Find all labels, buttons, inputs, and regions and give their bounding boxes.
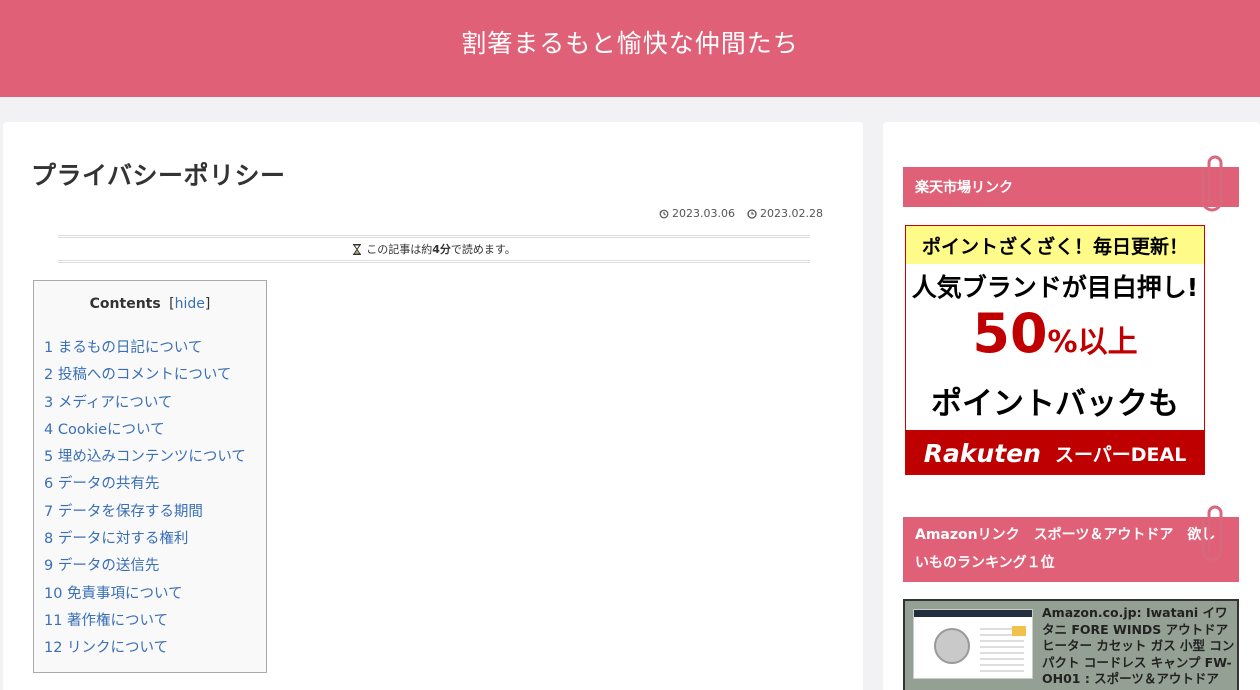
toc-link[interactable]: 3 メディアについて [44, 395, 172, 411]
toc-link[interactable]: 10 免責事項について [44, 586, 183, 602]
updated-date-text: 2023.03.06 [672, 207, 736, 220]
site-header: 割箸まるもと愉快な仲間たち [0, 0, 1260, 97]
toc-link[interactable]: 9 データの送信先 [44, 558, 159, 574]
updated-date: 2023.03.06 [659, 207, 735, 220]
toc-link[interactable]: 7 データを保存する期間 [44, 504, 203, 520]
toc-item: 1 まるもの日記について [44, 336, 246, 363]
super-deal-label: スーパーDEAL [1054, 443, 1187, 466]
banner-big-number: 50 [972, 302, 1048, 365]
banner-footer: Rakuten スーパーDEAL [906, 430, 1204, 474]
toc-list: 1 まるもの日記について 2 投稿へのコメントについて 3 メディアについて 4… [44, 336, 246, 664]
amazon-widget-title: Amazonリンク スポーツ＆アウトドア 欲しいものランキング１位 [903, 505, 1239, 582]
site-title[interactable]: 割箸まるもと愉快な仲間たち [461, 24, 799, 60]
toc-item: 12 リンクについて [44, 636, 246, 663]
thumbnail-cart-button [1012, 626, 1026, 636]
table-of-contents: Contents [hide] 1 まるもの日記について 2 投稿へのコメントに… [33, 280, 267, 673]
amazon-product-title: Amazon.co.jp: Iwatani イワタニ FORE WINDS アウ… [1042, 605, 1235, 686]
banner-percentage: 50%以上 [906, 304, 1204, 373]
clock-icon [747, 208, 757, 219]
toc-item: 4 Cookieについて [44, 418, 246, 445]
toc-item: 3 メディアについて [44, 391, 246, 418]
toc-item: 5 埋め込みコンテンツについて [44, 445, 246, 472]
main-content: プライバシーポリシー 2023.03.06 2023.02.28 この記事は約 4… [3, 122, 863, 690]
rakuten-logo: Rakuten [923, 438, 1041, 468]
toc-link[interactable]: 11 著作権について [44, 613, 168, 629]
heater-image [934, 628, 970, 664]
amazon-widget-title-text: Amazonリンク スポーツ＆アウトドア 欲しいものランキング１位 [915, 527, 1216, 571]
rakuten-widget-title: 楽天市場リンク [903, 155, 1239, 212]
toc-item: 6 データの共有先 [44, 472, 246, 499]
sidebar: 楽天市場リンク ポイントざくざく！毎日更新！ 人気ブランドが目白押し! 50%以… [883, 122, 1260, 690]
toc-item: 8 データに対する権利 [44, 527, 246, 554]
toc-hide-link[interactable]: hide [175, 296, 205, 312]
toc-toggle-close: ] [204, 296, 211, 312]
banner-line2: 人気ブランドが目白押し! [911, 273, 1199, 302]
toc-link[interactable]: 12 リンクについて [44, 640, 168, 656]
toc-link[interactable]: 4 Cookieについて [44, 422, 165, 438]
banner-line4: ポイントバックも [931, 386, 1179, 422]
reading-value: 4分 [432, 243, 451, 256]
toc-link[interactable]: 5 埋め込みコンテンツについて [44, 449, 246, 465]
toc-item: 9 データの送信先 [44, 554, 246, 581]
toc-item: 2 投稿へのコメントについて [44, 363, 246, 390]
toc-item: 7 データを保存する期間 [44, 500, 246, 527]
thumbnail-nav-bar [914, 610, 1032, 617]
paperclip-icon [1201, 505, 1223, 562]
amazon-product-thumbnail [913, 609, 1033, 679]
toc-header: Contents [hide] [34, 296, 266, 312]
page-title: プライバシーポリシー [31, 161, 286, 190]
toc-toggle: [hide] [165, 296, 210, 312]
hourglass-icon [353, 243, 362, 255]
published-date: 2023.02.28 [747, 207, 823, 220]
banner-line1: ポイントざくざく！毎日更新！ [906, 226, 1204, 264]
toc-link[interactable]: 1 まるもの日記について [44, 340, 202, 356]
banner-big-suffix: %以上 [1047, 325, 1138, 360]
history-icon [659, 209, 669, 218]
toc-title: Contents [89, 296, 161, 312]
reading-prefix: この記事は約 [366, 243, 433, 256]
reading-suffix: で読めます。 [450, 243, 516, 256]
toc-link[interactable]: 8 データに対する権利 [44, 531, 188, 547]
toc-item: 10 免責事項について [44, 582, 246, 609]
reading-time-box: この記事は約 4分 で読めます。 [58, 235, 810, 263]
rakuten-super-deal-banner[interactable]: ポイントざくざく！毎日更新！ 人気ブランドが目白押し! 50%以上 ポイントバッ… [905, 225, 1205, 475]
post-dates: 2023.03.06 2023.02.28 [659, 207, 823, 220]
toc-link[interactable]: 6 データの共有先 [44, 476, 159, 492]
amazon-product-card[interactable]: Amazon.co.jp: Iwatani イワタニ FORE WINDS アウ… [903, 599, 1239, 690]
toc-link[interactable]: 2 投稿へのコメントについて [44, 367, 231, 383]
toc-item: 11 著作権について [44, 609, 246, 636]
paperclip-icon [1201, 155, 1223, 212]
rakuten-widget-title-text: 楽天市場リンク [915, 180, 1013, 196]
published-date-text: 2023.02.28 [760, 207, 823, 220]
